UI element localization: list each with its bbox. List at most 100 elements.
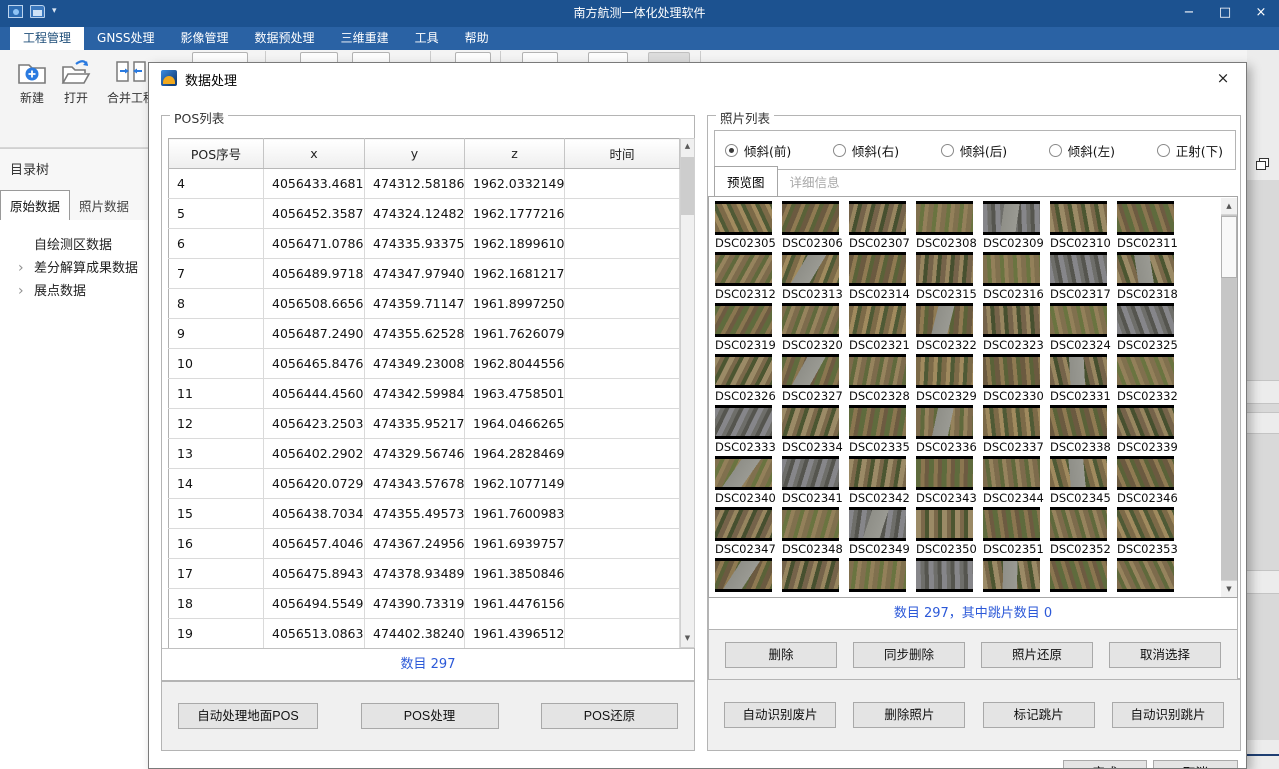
photo-item[interactable]: DSC02310 <box>1050 201 1117 252</box>
photo-item[interactable]: DSC02321 <box>849 303 916 354</box>
cancel-selection-button[interactable]: 取消选择 <box>1109 642 1221 668</box>
dialog-close-icon[interactable]: × <box>1212 68 1234 88</box>
menu-tab-0[interactable]: 工程管理 <box>10 27 84 50</box>
menu-tab-3[interactable]: 数据预处理 <box>242 27 328 50</box>
table-row[interactable]: 154056438.7034...474355.49573...1961.760… <box>169 499 680 529</box>
pos-column-header[interactable]: POS序号 <box>169 139 264 169</box>
ribbon-item-1[interactable]: 打开 <box>54 58 98 106</box>
table-row[interactable]: 44056433.4681...474312.58186...1962.0332… <box>169 169 680 199</box>
photo-thumbnail[interactable] <box>715 507 772 541</box>
photo-item[interactable]: DSC02337 <box>983 405 1050 456</box>
photo-item[interactable]: DSC02311 <box>1117 201 1184 252</box>
photo-item[interactable]: DSC02319 <box>715 303 782 354</box>
photo-item[interactable]: DSC02322 <box>916 303 983 354</box>
photo-item[interactable]: DSC02344 <box>983 456 1050 507</box>
orientation-radio-1[interactable]: 倾斜(右) <box>833 141 899 160</box>
table-row[interactable]: 64056471.0786...474335.93375...1962.1899… <box>169 229 680 259</box>
table-row[interactable]: 134056402.2902...474329.56746...1964.282… <box>169 439 680 469</box>
photo-thumbnail[interactable] <box>849 456 906 490</box>
photo-item[interactable]: DSC02341 <box>782 456 849 507</box>
photo-item[interactable]: DSC02308 <box>916 201 983 252</box>
photo-item[interactable] <box>916 558 983 598</box>
photo-thumbnail[interactable] <box>983 252 1040 286</box>
photo-thumbnail[interactable] <box>1050 354 1107 388</box>
photo-thumbnail[interactable] <box>849 354 906 388</box>
restore-window-icon[interactable] <box>1256 158 1268 169</box>
minimize-button[interactable]: − <box>1171 0 1207 27</box>
photo-item[interactable]: DSC02342 <box>849 456 916 507</box>
menu-tab-4[interactable]: 三维重建 <box>328 27 402 50</box>
photo-thumbnail[interactable] <box>1050 456 1107 490</box>
dialog-header[interactable]: 数据处理 × <box>149 63 1246 93</box>
photo-thumbnail[interactable] <box>782 201 839 235</box>
finish-button[interactable]: 完成 <box>1063 760 1147 769</box>
photo-thumbnail[interactable] <box>782 456 839 490</box>
table-row[interactable]: 114056444.4560...474342.59984...1963.475… <box>169 379 680 409</box>
photo-thumbnail[interactable] <box>782 558 839 592</box>
photo-thumbnail[interactable] <box>849 252 906 286</box>
photo-item[interactable] <box>1117 558 1184 598</box>
sync-delete-button[interactable]: 同步删除 <box>853 642 965 668</box>
photo-thumbnail[interactable] <box>1117 558 1174 592</box>
photo-item[interactable]: DSC02347 <box>715 507 782 558</box>
delete-photos-button[interactable]: 删除照片 <box>853 702 965 728</box>
photo-thumbnail[interactable] <box>849 201 906 235</box>
photo-thumbnail[interactable] <box>1050 558 1107 592</box>
photo-item[interactable] <box>1050 558 1117 598</box>
photo-thumbnail[interactable] <box>983 456 1040 490</box>
photo-thumbnail[interactable] <box>916 303 973 337</box>
scroll-up-icon[interactable]: ▲ <box>681 139 694 155</box>
scrollbar-thumb[interactable] <box>1221 216 1237 278</box>
pos-table-scrollbar[interactable]: ▲ ▼ <box>680 138 695 648</box>
photo-item[interactable]: DSC02307 <box>849 201 916 252</box>
photo-thumbnail[interactable] <box>983 558 1040 592</box>
photo-item[interactable]: DSC02352 <box>1050 507 1117 558</box>
photo-item[interactable]: DSC02336 <box>916 405 983 456</box>
photo-item[interactable]: DSC02313 <box>782 252 849 303</box>
table-row[interactable]: 164056457.4046...474367.24956...1961.693… <box>169 529 680 559</box>
menu-tab-2[interactable]: 影像管理 <box>168 27 242 50</box>
photo-thumbnail[interactable] <box>916 558 973 592</box>
photo-thumbnail[interactable] <box>849 405 906 439</box>
photo-item[interactable]: DSC02324 <box>1050 303 1117 354</box>
photo-item[interactable]: DSC02315 <box>916 252 983 303</box>
photo-thumbnail[interactable] <box>782 252 839 286</box>
chevron-right-icon[interactable]: › <box>18 257 24 280</box>
table-row[interactable]: 84056508.6656...474359.71147...1961.8997… <box>169 289 680 319</box>
photo-thumbnail[interactable] <box>1050 405 1107 439</box>
orientation-radio-3[interactable]: 倾斜(左) <box>1049 141 1115 160</box>
photo-thumbnail[interactable] <box>916 507 973 541</box>
photo-item[interactable]: DSC02329 <box>916 354 983 405</box>
photo-thumbnail[interactable] <box>782 507 839 541</box>
photo-grid-scrollbar[interactable]: ▲ ▼ <box>1221 198 1237 597</box>
photo-thumbnail[interactable] <box>782 354 839 388</box>
orientation-radio-4[interactable]: 正射(下) <box>1157 141 1223 160</box>
photo-item[interactable] <box>849 558 916 598</box>
photo-item[interactable]: DSC02334 <box>782 405 849 456</box>
photo-thumbnail[interactable] <box>1050 201 1107 235</box>
pos-process-button[interactable]: POS处理 <box>361 703 499 729</box>
photo-item[interactable] <box>782 558 849 598</box>
chevron-right-icon[interactable]: › <box>18 280 24 303</box>
scroll-up-icon[interactable]: ▲ <box>1221 198 1237 215</box>
auto-detect-bad-photos-button[interactable]: 自动识别废片 <box>724 702 836 728</box>
menu-tab-5[interactable]: 工具 <box>402 27 452 50</box>
sidebar-tab-0[interactable]: 原始数据 <box>0 190 70 220</box>
photo-thumbnail[interactable] <box>849 558 906 592</box>
maximize-button[interactable]: □ <box>1207 0 1243 27</box>
photo-thumbnail[interactable] <box>715 456 772 490</box>
mark-skip-photos-button[interactable]: 标记跳片 <box>983 702 1095 728</box>
photo-thumbnail[interactable] <box>715 252 772 286</box>
photo-thumbnail[interactable] <box>715 354 772 388</box>
photo-item[interactable]: DSC02316 <box>983 252 1050 303</box>
photo-item[interactable]: DSC02350 <box>916 507 983 558</box>
photo-item[interactable]: DSC02339 <box>1117 405 1184 456</box>
photo-item[interactable]: DSC02343 <box>916 456 983 507</box>
photo-item[interactable]: DSC02349 <box>849 507 916 558</box>
auto-detect-skip-photos-button[interactable]: 自动识别跳片 <box>1112 702 1224 728</box>
photo-thumbnail[interactable] <box>1117 354 1174 388</box>
photo-item[interactable]: DSC02340 <box>715 456 782 507</box>
photo-item[interactable]: DSC02333 <box>715 405 782 456</box>
table-row[interactable]: 104056465.8476...474349.23008...1962.804… <box>169 349 680 379</box>
sidebar-tab-1[interactable]: 照片数据 <box>70 191 138 220</box>
